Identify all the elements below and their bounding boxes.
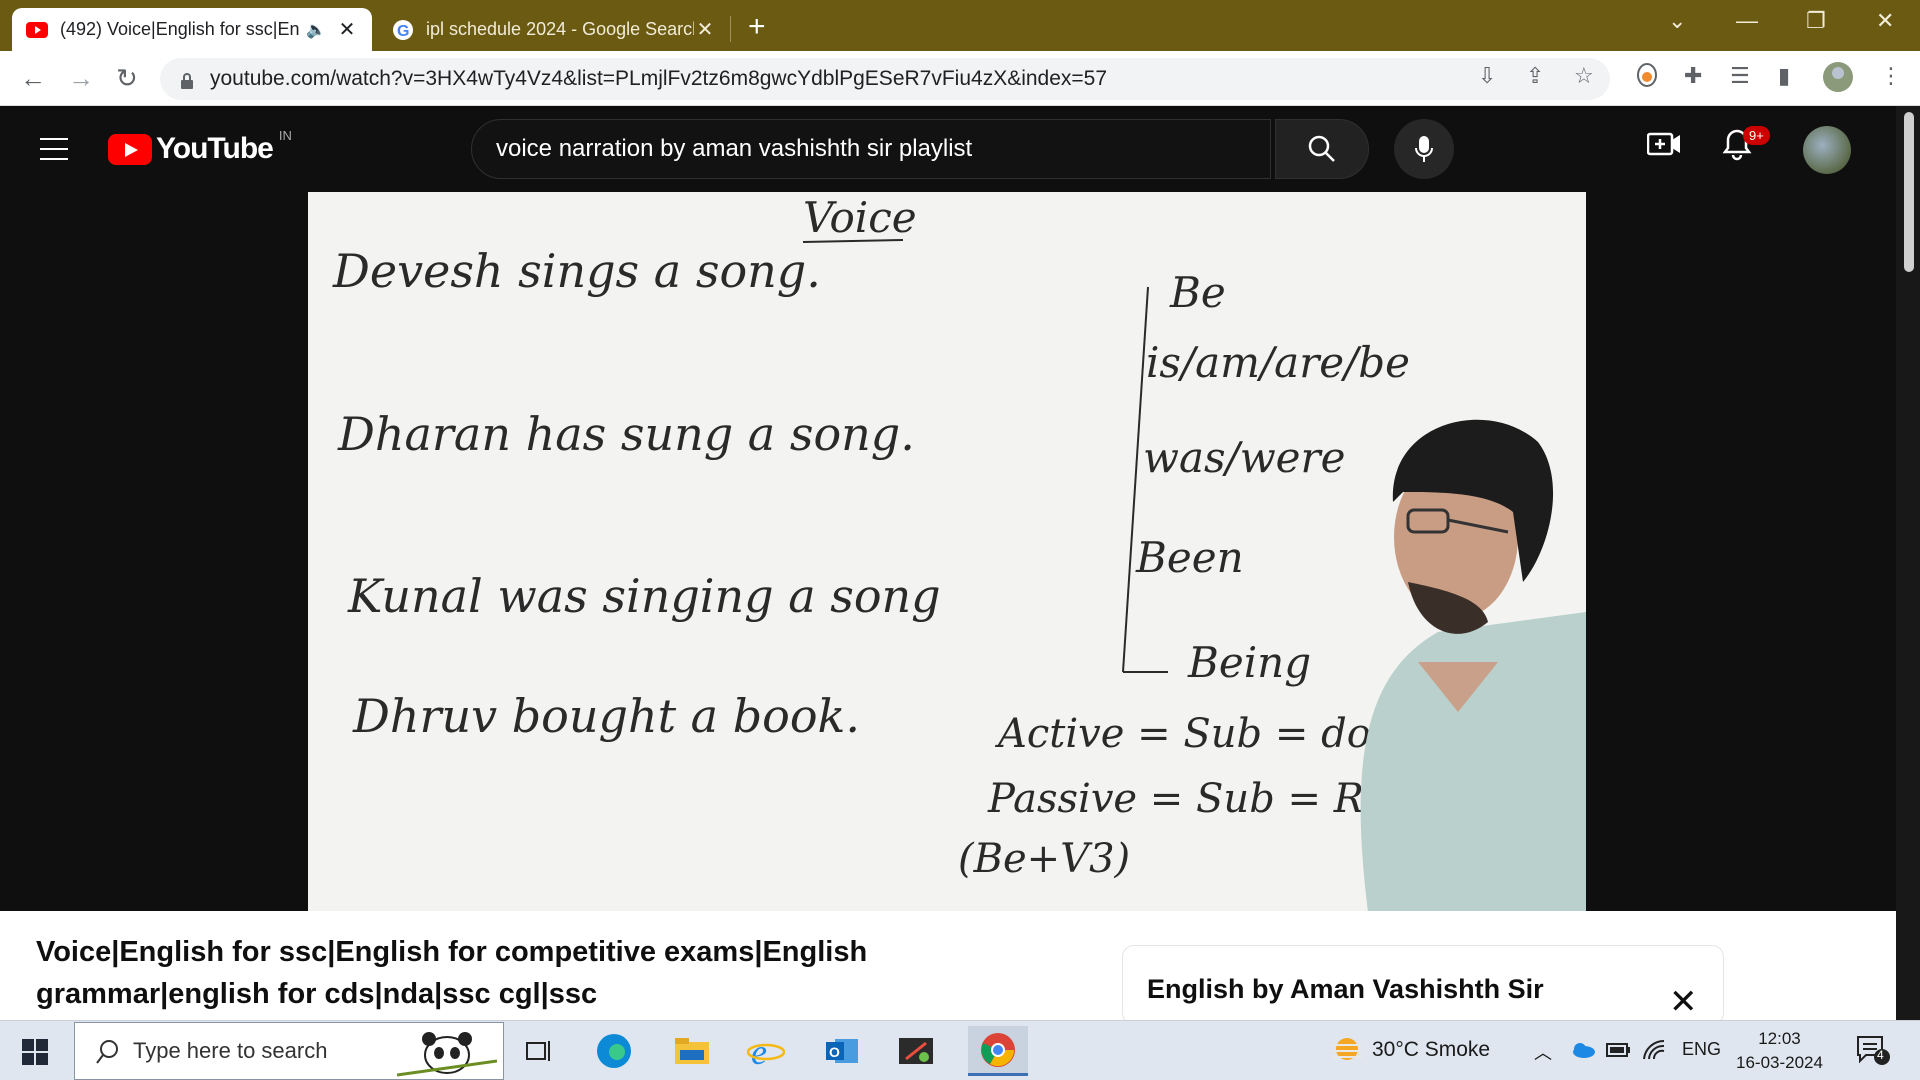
active-line: Active = Sub = doer bbox=[994, 711, 1416, 757]
language-indicator[interactable]: ENG bbox=[1682, 1039, 1721, 1060]
video-title: Voice|English for ssc|English for compet… bbox=[36, 936, 868, 1010]
tab-divider bbox=[730, 16, 731, 42]
tab-title: ipl schedule 2024 - Google Search bbox=[426, 19, 694, 39]
browser-tab-strip: (492) Voice|English for ssc|En 🔈 ✕ G ipl… bbox=[0, 0, 1920, 51]
clock-date: 16-03-2024 bbox=[1736, 1053, 1823, 1072]
be-form-2: is/am/are/be bbox=[1146, 338, 1410, 387]
restore-button[interactable]: ❐ bbox=[1806, 8, 1826, 34]
playlist-panel: English by Aman Vashishth Sir ✕ bbox=[1122, 945, 1724, 1025]
tab-title: (492) Voice|English for ssc|En bbox=[60, 19, 300, 39]
close-tab-icon[interactable]: ✕ bbox=[694, 17, 716, 42]
country-code: IN bbox=[278, 127, 292, 143]
wifi-icon[interactable] bbox=[1642, 1039, 1666, 1061]
weather-widget[interactable]: 30°C Smoke bbox=[1330, 1035, 1490, 1065]
new-tab-button[interactable]: + bbox=[748, 10, 766, 44]
minimize-button[interactable]: — bbox=[1736, 8, 1758, 34]
show-hidden-icons-chevron-icon[interactable]: ︿ bbox=[1534, 1039, 1552, 1065]
be-form-3: was/were bbox=[1143, 433, 1345, 482]
google-icon: G bbox=[392, 19, 414, 41]
battery-icon[interactable] bbox=[1606, 1041, 1632, 1059]
video-player[interactable]: Voice Devesh sings a song. Dharan has su… bbox=[308, 192, 1586, 911]
scrollbar-thumb[interactable] bbox=[1904, 112, 1914, 272]
youtube-icon bbox=[26, 19, 48, 41]
be-form-5: Being bbox=[1187, 638, 1311, 687]
hamburger-menu-icon[interactable] bbox=[40, 138, 68, 160]
outlook-icon[interactable]: O bbox=[822, 1031, 862, 1071]
board-heading: Voice bbox=[803, 193, 917, 242]
file-explorer-icon[interactable] bbox=[672, 1031, 712, 1071]
svg-text:G: G bbox=[397, 23, 409, 40]
svg-text:O: O bbox=[829, 1044, 840, 1060]
url-text: youtube.com/watch?v=3HX4wTy4Vz4&list=PLm… bbox=[210, 67, 1108, 90]
bookmark-star-icon[interactable]: ☆ bbox=[1574, 63, 1594, 89]
taskbar-search-input[interactable]: Type here to search bbox=[74, 1022, 504, 1080]
be-form-1: Be bbox=[1169, 268, 1226, 317]
clock-time: 12:03 bbox=[1758, 1029, 1801, 1048]
notification-chat-icon bbox=[1857, 1036, 1890, 1065]
tab-search-icon[interactable]: ⌄ bbox=[1668, 8, 1686, 34]
video-info-area: Voice|English for ssc|English for compet… bbox=[0, 911, 1896, 1025]
weather-text: 30°C Smoke bbox=[1372, 1038, 1491, 1061]
task-view-icon[interactable] bbox=[520, 1031, 560, 1071]
tab-google[interactable]: G ipl schedule 2024 - Google Search ✕ bbox=[378, 8, 730, 51]
weather-smoke-icon bbox=[1332, 1038, 1362, 1060]
search-button[interactable] bbox=[1275, 119, 1369, 179]
close-tab-icon[interactable]: ✕ bbox=[336, 17, 358, 42]
notification-badge: 9+ bbox=[1743, 126, 1770, 145]
forward-icon[interactable]: → bbox=[68, 63, 94, 94]
media-control-icon[interactable]: ☰ bbox=[1730, 63, 1750, 89]
account-avatar[interactable] bbox=[1803, 126, 1851, 174]
install-icon[interactable]: ⇩ bbox=[1478, 63, 1496, 89]
side-panel-icon[interactable]: ▮ bbox=[1778, 63, 1790, 89]
whiteboard-frame: Voice Devesh sings a song. Dharan has su… bbox=[308, 192, 1586, 911]
snipping-tool-icon[interactable] bbox=[896, 1031, 936, 1071]
close-window-button[interactable]: ✕ bbox=[1876, 8, 1894, 34]
reload-icon[interactable]: ↻ bbox=[116, 63, 138, 94]
video-camera-plus-icon bbox=[1646, 132, 1680, 156]
internet-explorer-icon[interactable]: e bbox=[746, 1031, 786, 1071]
close-playlist-icon[interactable]: ✕ bbox=[1669, 982, 1698, 1022]
svg-text:e: e bbox=[751, 1032, 767, 1070]
profile-avatar[interactable] bbox=[1822, 61, 1854, 99]
address-bar[interactable]: youtube.com/watch?v=3HX4wTy4Vz4&list=PLm… bbox=[160, 58, 1610, 100]
search-value: voice narration by aman vashishth sir pl… bbox=[496, 135, 973, 162]
search-input[interactable]: voice narration by aman vashishth sir pl… bbox=[471, 119, 1271, 179]
search-icon bbox=[1308, 135, 1335, 162]
browser-toolbar: ← → ↻ youtube.com/watch?v=3HX4wTy4Vz4&li… bbox=[0, 51, 1920, 106]
action-center-button[interactable]: 4 bbox=[1856, 1035, 1890, 1070]
onedrive-cloud-icon[interactable] bbox=[1570, 1041, 1596, 1059]
menu-kebab-icon[interactable]: ⋮ bbox=[1880, 63, 1902, 89]
youtube-logo[interactable]: YouTube IN bbox=[108, 128, 292, 166]
board-sentence-3: Kunal was singing a song bbox=[347, 569, 941, 623]
microphone-icon bbox=[1415, 136, 1433, 162]
extension-icon[interactable] bbox=[1636, 63, 1658, 93]
be-form-4: Been bbox=[1135, 533, 1244, 582]
chrome-taskbar-icon[interactable] bbox=[968, 1026, 1028, 1076]
search-icon bbox=[96, 1040, 118, 1064]
back-icon[interactable]: ← bbox=[20, 63, 46, 94]
clock[interactable]: 12:03 16-03-2024 bbox=[1736, 1027, 1823, 1075]
create-video-button[interactable] bbox=[1646, 130, 1681, 163]
voice-search-button[interactable] bbox=[1394, 119, 1454, 179]
notification-count: 4 bbox=[1877, 1048, 1884, 1062]
youtube-header: YouTube IN voice narration by aman vashi… bbox=[0, 106, 1920, 192]
logo-text: YouTube bbox=[156, 132, 274, 165]
board-sentence-1: Devesh sings a song. bbox=[332, 244, 821, 298]
edge-browser-icon[interactable] bbox=[594, 1031, 634, 1071]
tab-youtube[interactable]: (492) Voice|English for ssc|En 🔈 ✕ bbox=[12, 8, 372, 51]
speaker-icon[interactable]: 🔈 bbox=[306, 20, 326, 40]
windows-taskbar: Type here to search e O 30°C Smoke ︿ ENG… bbox=[0, 1020, 1920, 1080]
panda-illustration-icon bbox=[397, 1032, 497, 1077]
puzzle-icon[interactable]: ✚ bbox=[1684, 63, 1702, 89]
taskbar-search-placeholder: Type here to search bbox=[133, 1038, 328, 1063]
formula-line: (Be+V3) bbox=[958, 836, 1130, 882]
share-icon[interactable]: ⇪ bbox=[1526, 63, 1544, 89]
lock-icon bbox=[180, 71, 194, 89]
board-sentence-2: Dharan has sung a song. bbox=[337, 407, 915, 461]
youtube-play-icon bbox=[108, 133, 152, 165]
windows-start-icon[interactable] bbox=[22, 1039, 48, 1065]
playlist-title[interactable]: English by Aman Vashishth Sir bbox=[1147, 974, 1544, 1005]
board-sentence-4: Dhruv bought a book. bbox=[352, 689, 860, 743]
